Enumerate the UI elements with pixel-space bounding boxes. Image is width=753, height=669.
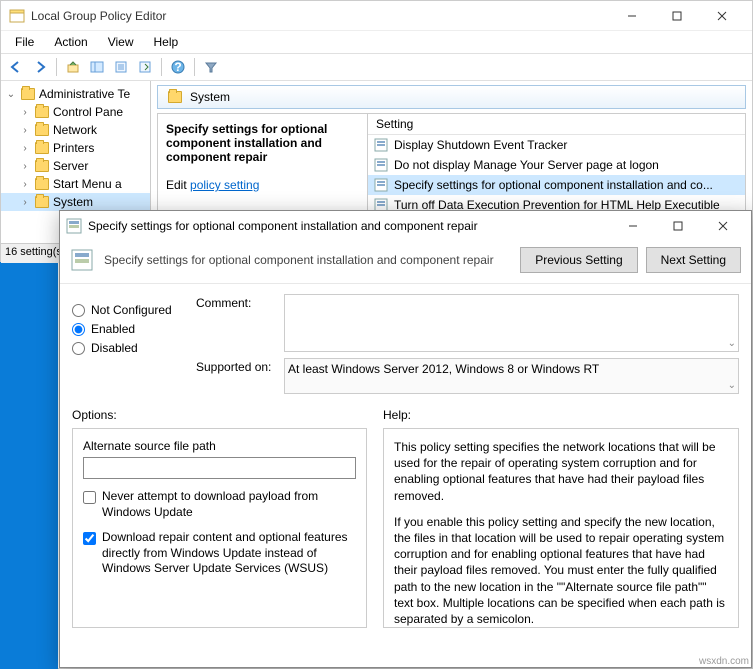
setting-row[interactable]: Display Shutdown Event Tracker — [368, 135, 745, 155]
tree-item[interactable]: ›Server — [1, 157, 150, 175]
app-icon — [9, 8, 25, 24]
menu-file[interactable]: File — [7, 33, 42, 51]
dialog-header-text: Specify settings for optional component … — [104, 253, 510, 267]
setting-row-selected[interactable]: Specify settings for optional component … — [368, 175, 745, 195]
menu-action[interactable]: Action — [46, 33, 95, 51]
tree-item-selected[interactable]: ›System — [1, 193, 150, 211]
radio-enabled[interactable]: Enabled — [72, 322, 182, 336]
expand-icon[interactable]: › — [19, 161, 31, 172]
previous-setting-button[interactable]: Previous Setting — [520, 247, 637, 273]
minimize-button[interactable] — [609, 2, 654, 30]
folder-icon — [35, 160, 49, 172]
folder-icon — [168, 91, 182, 103]
radio-disabled[interactable]: Disabled — [72, 341, 182, 355]
filter-button[interactable] — [200, 56, 222, 78]
policy-settings-dialog: Specify settings for optional component … — [59, 210, 752, 668]
svg-text:?: ? — [174, 60, 181, 74]
dialog-body: Not Configured Enabled Disabled Comment:… — [60, 284, 751, 638]
tree-item[interactable]: ›Network — [1, 121, 150, 139]
export-button[interactable] — [134, 56, 156, 78]
close-button[interactable] — [699, 2, 744, 30]
desktop-background — [0, 262, 58, 669]
alt-source-input[interactable] — [83, 457, 356, 479]
dialog-close-button[interactable] — [700, 212, 745, 240]
options-panel: Alternate source file path Never attempt… — [72, 428, 367, 628]
show-hide-tree-button[interactable] — [86, 56, 108, 78]
location-bar: System — [157, 85, 746, 109]
menu-view[interactable]: View — [100, 33, 142, 51]
folder-icon — [35, 142, 49, 154]
setting-row[interactable]: Do not display Manage Your Server page a… — [368, 155, 745, 175]
location-label: System — [190, 90, 230, 104]
edit-link-row: Edit policy setting — [166, 178, 359, 192]
tree-root[interactable]: ⌄ Administrative Te — [1, 85, 150, 103]
policy-icon — [374, 158, 388, 172]
expand-icon[interactable]: › — [19, 143, 31, 154]
folder-icon — [35, 196, 49, 208]
comment-label: Comment: — [196, 294, 274, 352]
dialog-titlebar: Specify settings for optional component … — [60, 211, 751, 241]
tree-item[interactable]: ›Start Menu a — [1, 175, 150, 193]
folder-icon — [35, 106, 49, 118]
tree-root-label: Administrative Te — [39, 87, 130, 101]
titlebar: Local Group Policy Editor — [1, 1, 752, 31]
folder-icon — [35, 124, 49, 136]
tree-item[interactable]: ›Control Pane — [1, 103, 150, 121]
options-label: Options: — [72, 408, 367, 422]
expand-icon[interactable]: › — [19, 107, 31, 118]
comment-textarea[interactable]: ⌄ — [284, 294, 739, 352]
download-repair-checkbox[interactable]: Download repair content and optional fea… — [83, 530, 356, 577]
settings-column-header[interactable]: Setting — [368, 114, 745, 135]
policy-icon — [374, 138, 388, 152]
toolbar: ? — [1, 53, 752, 81]
forward-button[interactable] — [29, 56, 51, 78]
help-panel: This policy setting specifies the networ… — [383, 428, 739, 628]
dialog-maximize-button[interactable] — [655, 212, 700, 240]
properties-button[interactable] — [110, 56, 132, 78]
maximize-button[interactable] — [654, 2, 699, 30]
next-setting-button[interactable]: Next Setting — [646, 247, 741, 273]
policy-large-icon — [70, 248, 94, 272]
dialog-header: Specify settings for optional component … — [60, 241, 751, 284]
scroll-down-icon[interactable]: ⌄ — [728, 380, 736, 391]
supported-on-text: At least Windows Server 2012, Windows 8 … — [284, 358, 739, 394]
policy-icon — [66, 218, 82, 234]
help-button[interactable]: ? — [167, 56, 189, 78]
scroll-down-icon[interactable]: ⌄ — [728, 338, 736, 349]
menubar: File Action View Help — [1, 31, 752, 53]
menu-help[interactable]: Help — [146, 33, 187, 51]
supported-on-label: Supported on: — [196, 358, 274, 394]
policy-icon — [374, 178, 388, 192]
expand-icon[interactable]: › — [19, 125, 31, 136]
expand-icon[interactable]: › — [19, 197, 31, 208]
dialog-minimize-button[interactable] — [610, 212, 655, 240]
never-download-checkbox[interactable]: Never attempt to download payload from W… — [83, 489, 356, 520]
alt-source-label: Alternate source file path — [83, 439, 356, 453]
edit-policy-link[interactable]: policy setting — [190, 178, 259, 192]
state-radio-group: Not Configured Enabled Disabled — [72, 294, 182, 394]
folder-icon — [35, 178, 49, 190]
radio-not-configured[interactable]: Not Configured — [72, 303, 182, 317]
tree-item[interactable]: ›Printers — [1, 139, 150, 157]
help-label: Help: — [383, 408, 411, 422]
watermark: wsxdn.com — [699, 656, 749, 667]
expand-icon[interactable]: › — [19, 179, 31, 190]
dialog-title: Specify settings for optional component … — [88, 219, 610, 233]
back-button[interactable] — [5, 56, 27, 78]
window-title: Local Group Policy Editor — [31, 9, 609, 23]
folder-icon — [21, 88, 35, 100]
up-button[interactable] — [62, 56, 84, 78]
selected-setting-title: Specify settings for optional component … — [166, 122, 359, 164]
collapse-icon[interactable]: ⌄ — [5, 89, 17, 100]
